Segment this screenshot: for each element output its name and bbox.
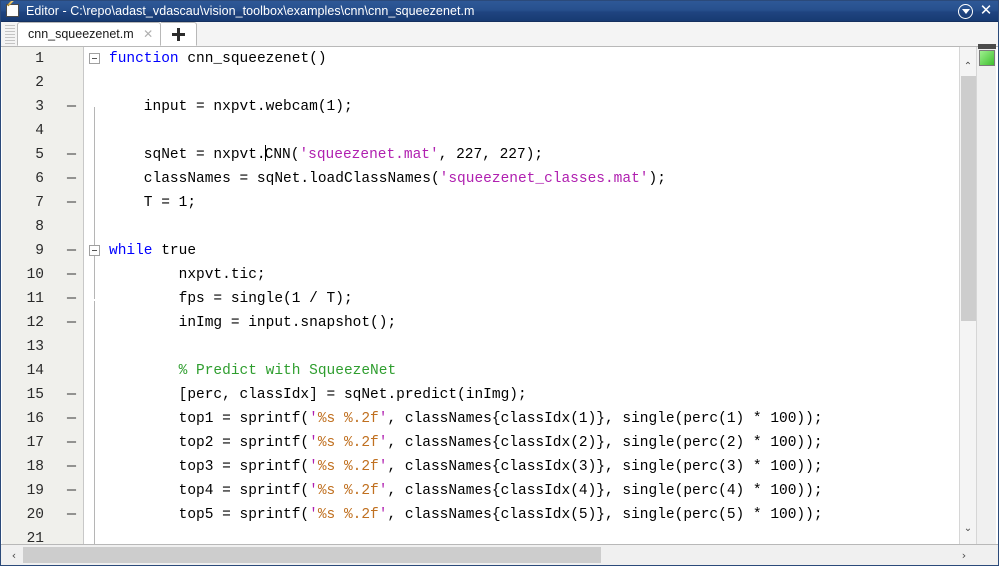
line-number: 6 xyxy=(35,171,44,187)
code-line[interactable]: [perc, classIdx] = sqNet.predict(inImg); xyxy=(107,383,953,407)
scroll-left-arrow-icon[interactable]: ‹ xyxy=(4,545,24,565)
line-number: 13 xyxy=(26,339,44,355)
text-cursor xyxy=(264,145,266,161)
breakpoint-mark[interactable] xyxy=(54,47,84,71)
editor-body: 1 2 3 4 5 6 7 8 9 10 11 12 13 14 15 16 17 18 19 20 21 — — — — — —… xyxy=(1,47,998,547)
code-line[interactable] xyxy=(107,527,953,545)
window-title: Editor - C:\repo\adast_vdascau\vision_to… xyxy=(26,4,475,18)
breakpoint-mark[interactable]: — xyxy=(54,143,84,167)
line-number: 12 xyxy=(26,315,44,331)
code-line[interactable]: % Predict with SqueezeNet xyxy=(107,359,953,383)
code-line[interactable]: top2 = sprintf('%s %.2f', classNames{cla… xyxy=(107,431,953,455)
tab-close-icon[interactable]: ✕ xyxy=(143,28,154,40)
line-number: 8 xyxy=(35,219,44,235)
line-number: 4 xyxy=(35,123,44,139)
code-line[interactable]: top1 = sprintf('%s %.2f', classNames{cla… xyxy=(107,407,953,431)
line-number: 7 xyxy=(35,195,44,211)
line-number: 1 xyxy=(35,51,44,67)
code-line[interactable]: nxpvt.tic; xyxy=(107,263,953,287)
code-line[interactable]: fps = single(1 / T); xyxy=(107,287,953,311)
code-line[interactable]: top5 = sprintf('%s %.2f', classNames{cla… xyxy=(107,503,953,527)
code-line[interactable]: input = nxpvt.webcam(1); xyxy=(107,95,953,119)
scroll-up-arrow-icon[interactable]: ⌃ xyxy=(960,58,976,75)
line-number: 5 xyxy=(35,147,44,163)
plus-icon xyxy=(171,27,185,41)
tab-strip: cnn_squeezenet.m ✕ xyxy=(1,22,998,47)
breakpoint-mark[interactable]: — xyxy=(54,479,84,503)
scrollbar-corner xyxy=(978,545,998,564)
code-line[interactable]: T = 1; xyxy=(107,191,953,215)
line-number: 2 xyxy=(35,75,44,91)
code-line[interactable]: while true xyxy=(107,239,953,263)
analyzer-top-bar xyxy=(978,44,996,49)
breakpoint-mark[interactable]: — xyxy=(54,263,84,287)
scroll-right-arrow-icon[interactable]: › xyxy=(954,545,974,565)
line-number: 16 xyxy=(26,411,44,427)
breakpoint-mark[interactable]: — xyxy=(54,503,84,527)
code-line[interactable]: classNames = sqNet.loadClassNames('squee… xyxy=(107,167,953,191)
line-number: 20 xyxy=(26,507,44,523)
breakpoint-mark[interactable]: — xyxy=(54,239,84,263)
breakpoint-mark[interactable] xyxy=(54,335,84,359)
breakpoint-mark[interactable]: — xyxy=(54,431,84,455)
fold-connector-line xyxy=(94,107,95,299)
horizontal-scrollbar-thumb[interactable] xyxy=(23,547,601,563)
code-line[interactable] xyxy=(107,215,953,239)
breakpoint-mark[interactable]: — xyxy=(54,287,84,311)
line-number: 11 xyxy=(26,291,44,307)
code-text-area[interactable]: function cnn_squeezenet() input = nxpvt.… xyxy=(107,47,953,545)
breakpoint-mark[interactable]: — xyxy=(54,407,84,431)
matlab-editor-window: Editor - C:\repo\adast_vdascau\vision_to… xyxy=(0,0,999,566)
tab-cnn-squeezenet[interactable]: cnn_squeezenet.m ✕ xyxy=(17,22,161,46)
tab-label: cnn_squeezenet.m xyxy=(28,27,134,41)
breakpoint-mark[interactable]: — xyxy=(54,311,84,335)
code-line[interactable]: top3 = sprintf('%s %.2f', classNames{cla… xyxy=(107,455,953,479)
breakpoint-mark[interactable]: — xyxy=(54,95,84,119)
code-line[interactable]: sqNet = nxpvt.CNN('squeezenet.mat', 227,… xyxy=(107,143,953,167)
tab-drag-grip[interactable] xyxy=(5,25,15,45)
code-line[interactable]: inImg = input.snapshot(); xyxy=(107,311,953,335)
code-line[interactable] xyxy=(107,335,953,359)
line-number: 3 xyxy=(35,99,44,115)
close-button[interactable]: ✕ xyxy=(979,3,993,18)
line-number: 9 xyxy=(35,243,44,259)
code-line[interactable] xyxy=(107,71,953,95)
editor-pencil-icon xyxy=(5,1,21,19)
title-bar-buttons: ✕ xyxy=(958,3,993,19)
dock-menu-button[interactable] xyxy=(958,3,973,19)
breakpoint-gutter[interactable]: — — — — — — — — — — — — — — xyxy=(54,47,84,545)
code-line[interactable]: top4 = sprintf('%s %.2f', classNames{cla… xyxy=(107,479,953,503)
new-tab-button[interactable] xyxy=(160,22,197,46)
line-number-gutter: 1 2 3 4 5 6 7 8 9 10 11 12 13 14 15 16 17 18 19 20 21 xyxy=(2,47,54,547)
line-number: 18 xyxy=(26,459,44,475)
vertical-scrollbar-thumb[interactable] xyxy=(961,76,976,321)
line-number: 15 xyxy=(26,387,44,403)
line-number: 17 xyxy=(26,435,44,451)
fold-connector-line xyxy=(94,301,95,545)
breakpoint-mark[interactable] xyxy=(54,215,84,239)
breakpoint-mark[interactable] xyxy=(54,71,84,95)
fold-marker-line-1[interactable] xyxy=(89,53,100,64)
scroll-down-arrow-icon[interactable]: ⌄ xyxy=(960,520,976,537)
horizontal-scrollbar[interactable]: ‹ › xyxy=(1,544,998,565)
code-line[interactable]: function cnn_squeezenet() xyxy=(107,47,953,71)
line-number: 14 xyxy=(26,363,44,379)
line-number: 10 xyxy=(26,267,44,283)
vertical-scrollbar[interactable]: ⌃ ⌄ xyxy=(959,47,976,545)
breakpoint-mark[interactable] xyxy=(54,359,84,383)
code-fold-column[interactable] xyxy=(85,47,107,545)
breakpoint-mark[interactable]: — xyxy=(54,383,84,407)
breakpoint-mark[interactable]: — xyxy=(54,167,84,191)
code-analyzer-ok-indicator[interactable] xyxy=(979,50,995,66)
breakpoint-mark[interactable] xyxy=(54,119,84,143)
line-number: 19 xyxy=(26,483,44,499)
breakpoint-mark[interactable]: — xyxy=(54,191,84,215)
code-analyzer-strip[interactable] xyxy=(976,44,996,545)
breakpoint-mark[interactable]: — xyxy=(54,455,84,479)
title-bar: Editor - C:\repo\adast_vdascau\vision_to… xyxy=(1,1,998,22)
code-line[interactable] xyxy=(107,119,953,143)
fold-marker-line-9[interactable] xyxy=(89,245,100,256)
